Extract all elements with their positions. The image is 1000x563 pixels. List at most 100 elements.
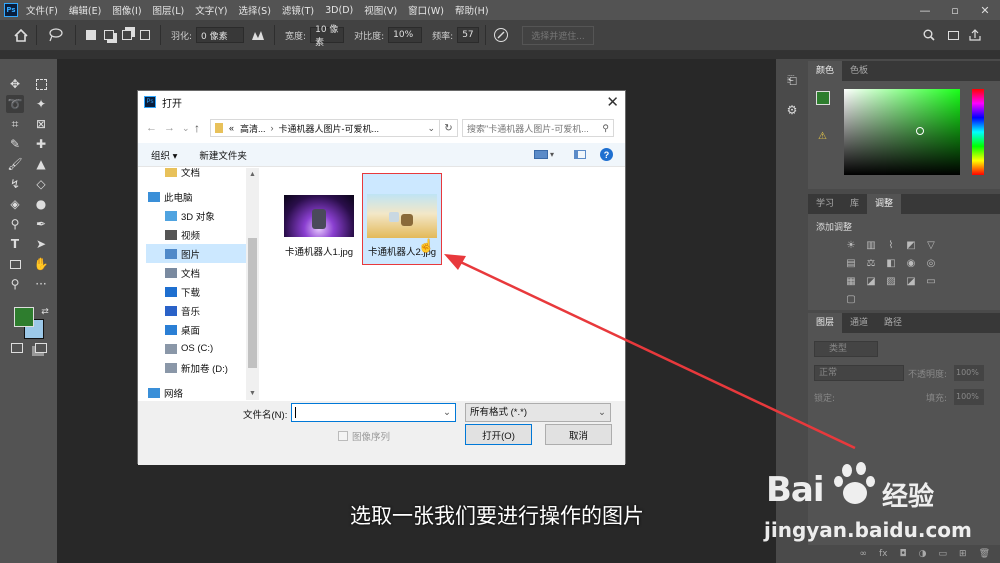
- properties-panel-icon[interactable]: ⚙: [783, 101, 801, 119]
- nav-item[interactable]: 3D 对象: [146, 206, 254, 225]
- pen-pressure-icon[interactable]: [492, 26, 510, 44]
- rectangle-tool-icon[interactable]: [6, 255, 24, 273]
- share-icon[interactable]: [966, 26, 984, 44]
- tab-adjustments[interactable]: 调整: [867, 194, 902, 214]
- view-options-icon[interactable]: [534, 150, 548, 159]
- width-input[interactable]: 10 像素: [310, 25, 345, 48]
- nav-item[interactable]: 视频: [146, 225, 254, 244]
- feather-input[interactable]: 0 像素: [196, 27, 245, 43]
- filename-input[interactable]: ⌄: [291, 403, 456, 422]
- nav-item[interactable]: 此电脑: [146, 187, 254, 206]
- contrast-input[interactable]: 10%: [388, 27, 423, 43]
- search-icon[interactable]: [920, 26, 938, 44]
- bw-icon[interactable]: ◧: [884, 256, 898, 270]
- preview-pane-icon[interactable]: [574, 150, 586, 159]
- nav-scrollbar[interactable]: ▲ ▼: [246, 168, 259, 400]
- menu-image[interactable]: 图像(I): [112, 3, 141, 17]
- opacity-input[interactable]: 100%: [954, 365, 984, 381]
- menu-select[interactable]: 选择(S): [238, 3, 270, 17]
- search-field[interactable]: 搜索"卡通机器人图片-可爱机... ⚲: [462, 119, 614, 137]
- cancel-button[interactable]: 取消: [545, 424, 612, 445]
- stamp-tool-icon[interactable]: ▲: [32, 155, 50, 173]
- hue-sat-icon[interactable]: ▤: [844, 256, 858, 270]
- lookup-icon[interactable]: ▦: [844, 274, 858, 288]
- tab-channels[interactable]: 通道: [842, 313, 876, 333]
- address-bar[interactable]: « 高清... › 卡通机器人图片-可爱机... ⌄: [210, 119, 440, 137]
- magic-wand-tool-icon[interactable]: ✦: [32, 95, 50, 113]
- minimize-icon[interactable]: —: [910, 0, 940, 20]
- edge-detect-icon[interactable]: [250, 26, 268, 44]
- swap-colors-icon[interactable]: ⇄: [36, 303, 54, 321]
- menu-view[interactable]: 视图(V): [364, 3, 397, 17]
- dodge-tool-icon[interactable]: ⚲: [6, 215, 24, 233]
- nav-scroll-thumb[interactable]: [248, 238, 257, 368]
- back-icon[interactable]: ←: [146, 122, 164, 134]
- home-icon[interactable]: [12, 26, 30, 44]
- maximize-icon[interactable]: ▫: [940, 0, 970, 20]
- foreground-color-swatch[interactable]: [14, 307, 34, 327]
- new-folder-button[interactable]: 新建文件夹: [199, 148, 247, 162]
- menu-3d[interactable]: 3D(D): [325, 5, 353, 16]
- selective-color-icon[interactable]: ▢: [844, 292, 858, 306]
- close-icon[interactable]: ✕: [606, 93, 619, 111]
- help-icon[interactable]: ?: [600, 148, 613, 161]
- tab-libraries[interactable]: 库: [842, 194, 867, 214]
- channel-mixer-icon[interactable]: ◎: [924, 256, 938, 270]
- menu-layer[interactable]: 图层(L): [153, 3, 185, 17]
- quick-mask-icon[interactable]: [8, 339, 26, 357]
- nav-item[interactable]: 文档: [146, 263, 254, 282]
- frame-tool-icon[interactable]: ⊠: [32, 115, 50, 133]
- layer-filter-select[interactable]: 类型: [814, 341, 878, 357]
- type-tool-icon[interactable]: T: [6, 235, 24, 253]
- menu-help[interactable]: 帮助(H): [455, 3, 489, 17]
- magnetic-lasso-icon[interactable]: [43, 26, 69, 44]
- color-field[interactable]: [844, 89, 960, 175]
- gradient-map-icon[interactable]: ▭: [924, 274, 938, 288]
- path-select-icon[interactable]: ➤: [32, 235, 50, 253]
- brightness-icon[interactable]: ☀: [844, 238, 858, 252]
- levels-icon[interactable]: ▥: [864, 238, 878, 252]
- filename-dropdown-icon[interactable]: ⌄: [443, 404, 451, 421]
- open-button[interactable]: 打开(O): [465, 424, 532, 445]
- nav-item[interactable]: 下载: [146, 282, 254, 301]
- lasso-tool-icon[interactable]: ➰: [6, 95, 24, 113]
- screen-mode-icon[interactable]: [32, 339, 50, 357]
- move-tool-icon[interactable]: ✥: [6, 75, 24, 93]
- add-selection-icon[interactable]: [100, 26, 118, 44]
- posterize-icon[interactable]: ▨: [884, 274, 898, 288]
- tab-color[interactable]: 颜色: [808, 61, 843, 81]
- zoom-tool-icon[interactable]: ⚲: [6, 275, 24, 293]
- threshold-icon[interactable]: ◪: [904, 274, 918, 288]
- nav-item[interactable]: OS (C:): [146, 339, 254, 358]
- image-sequence-checkbox[interactable]: 图像序列: [338, 429, 390, 443]
- tab-learn[interactable]: 学习: [808, 194, 842, 214]
- select-and-mask-button[interactable]: 选择并遮住...: [522, 25, 594, 45]
- workspace-icon[interactable]: [944, 26, 962, 44]
- menu-file[interactable]: 文件(F): [26, 3, 58, 17]
- nav-item[interactable]: 图片: [146, 244, 254, 263]
- history-panel-icon[interactable]: ⎗: [783, 71, 801, 89]
- new-selection-icon[interactable]: [82, 26, 100, 44]
- curves-icon[interactable]: ⌇: [884, 238, 898, 252]
- tab-swatches[interactable]: 色板: [842, 61, 876, 81]
- blend-mode-select[interactable]: 正常: [814, 365, 904, 381]
- brush-tool-icon[interactable]: 🖌: [6, 155, 24, 173]
- menu-type[interactable]: 文字(Y): [195, 3, 227, 17]
- recent-dropdown-icon[interactable]: ⌄: [182, 123, 194, 134]
- pen-tool-icon[interactable]: ✒: [32, 215, 50, 233]
- color-balance-icon[interactable]: ⚖: [864, 256, 878, 270]
- healing-tool-icon[interactable]: ✚: [32, 135, 50, 153]
- subtract-selection-icon[interactable]: [118, 26, 136, 44]
- forward-icon[interactable]: →: [164, 122, 182, 134]
- vibrance-icon[interactable]: ▽: [924, 238, 938, 252]
- close-window-icon[interactable]: ✕: [970, 0, 1000, 20]
- menu-window[interactable]: 窗口(W): [408, 3, 444, 17]
- nav-item[interactable]: 网络: [146, 383, 254, 400]
- breadcrumb-2[interactable]: 卡通机器人图片-可爱机...: [279, 122, 380, 135]
- crop-tool-icon[interactable]: ⌗: [6, 115, 24, 133]
- hand-tool-icon[interactable]: ✋: [32, 255, 50, 273]
- up-icon[interactable]: ↑: [194, 121, 210, 135]
- nav-item[interactable]: 桌面: [146, 320, 254, 339]
- more-tools-icon[interactable]: ···: [32, 275, 50, 293]
- nav-item[interactable]: 新加卷 (D:): [146, 358, 254, 377]
